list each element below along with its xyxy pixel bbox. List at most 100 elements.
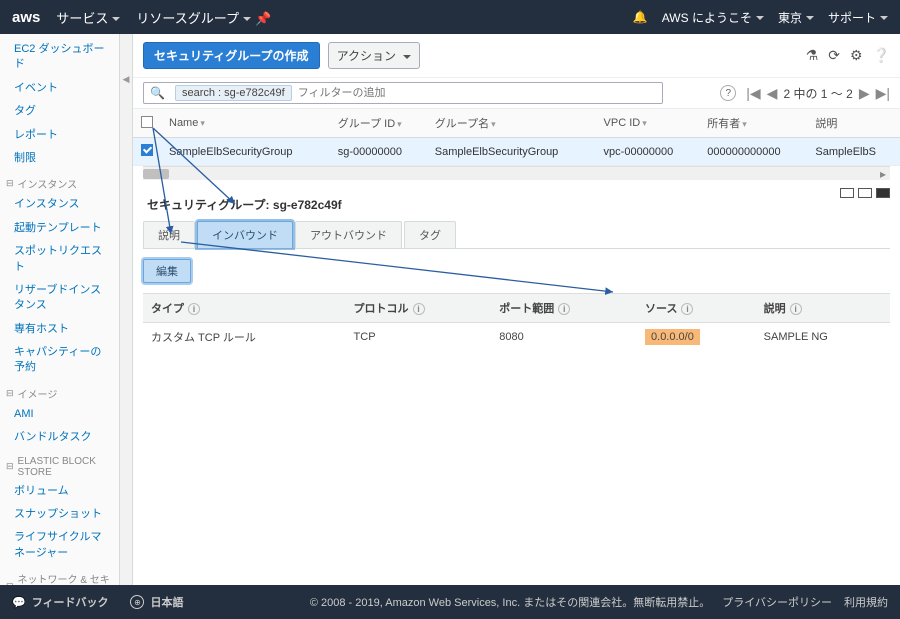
detail-panel: セキュリティグループ: sg-e782c49f 説明 インバウンド アウトバウン… — [133, 180, 900, 351]
edit-rules-button[interactable]: 編集 — [143, 259, 191, 283]
notifications-icon[interactable]: 🔔 — [633, 10, 648, 24]
info-icon[interactable]: i — [413, 303, 425, 315]
sidebar-collapse-gutter[interactable]: ◀ — [120, 34, 133, 585]
menu-services[interactable]: サービス — [56, 8, 120, 27]
row-checkbox[interactable] — [141, 144, 153, 156]
chevron-down-icon — [806, 16, 814, 20]
horizontal-scrollbar[interactable]: ▸ — [143, 166, 890, 180]
panel-layout-max-icon[interactable] — [876, 188, 890, 198]
chevron-left-icon: ◀ — [123, 74, 130, 85]
menu-resource-groups[interactable]: リソースグループ📌 — [136, 8, 271, 27]
tab-inbound[interactable]: インバウンド — [197, 221, 293, 248]
nav-head-ebs[interactable]: ⊟ELASTIC BLOCK STORE — [0, 450, 119, 480]
scroll-right-icon[interactable]: ▸ — [876, 167, 890, 181]
search-box[interactable]: 🔍 search : sg-e782c49f — [143, 82, 663, 104]
chevron-down-icon — [880, 16, 888, 20]
feedback-link[interactable]: フィードバック — [32, 594, 109, 610]
feedback-icon[interactable]: 💬 — [12, 596, 26, 609]
cell-description: SampleElbS — [807, 138, 900, 166]
col-group-id[interactable]: グループ ID▾ — [330, 109, 427, 138]
inbound-rules-table: タイプi プロトコルi ポート範囲i ソースi 説明i カスタム TCP ルール… — [143, 293, 890, 351]
page-first-icon[interactable]: |◀ — [746, 85, 760, 102]
nav-capacity-reservations[interactable]: キャパシティーの予約 — [0, 341, 119, 380]
nav-launch-templates[interactable]: 起動テンプレート — [0, 217, 119, 240]
nav-head-images[interactable]: ⊟イメージ — [0, 380, 119, 403]
detail-tabs: 説明 インバウンド アウトバウンド タグ — [143, 221, 890, 249]
search-help-icon[interactable]: ? — [720, 85, 736, 101]
nav-events[interactable]: イベント — [0, 77, 119, 100]
search-input[interactable] — [296, 85, 662, 101]
search-chip[interactable]: search : sg-e782c49f — [175, 85, 292, 101]
nav-ami[interactable]: AMI — [0, 403, 119, 426]
nav-instances[interactable]: インスタンス — [0, 193, 119, 216]
nav-lifecycle-manager[interactable]: ライフサイクルマネージャー — [0, 526, 119, 565]
actions-dropdown[interactable]: アクション — [328, 42, 421, 69]
rule-col-port: ポート範囲i — [491, 294, 637, 323]
aws-logo[interactable]: aws — [12, 9, 40, 26]
nav-spot-requests[interactable]: スポットリクエスト — [0, 240, 119, 279]
panel-layout-min-icon[interactable] — [840, 188, 854, 198]
collapse-icon: ⊟ — [6, 178, 14, 189]
rule-source: 0.0.0.0/0 — [637, 323, 756, 352]
cell-owner: 000000000000 — [699, 138, 807, 166]
globe-icon: ⊕ — [130, 595, 144, 609]
flask-icon[interactable]: ⚗ — [806, 47, 819, 64]
nav-ec2-dashboard[interactable]: EC2 ダッシュボード — [0, 38, 119, 77]
help-icon[interactable]: ❔ — [873, 47, 890, 64]
region-menu[interactable]: 東京 — [778, 9, 814, 26]
main-content: セキュリティグループの作成 アクション ⚗ ⟳ ⚙ ❔ 🔍 search : s… — [133, 34, 900, 585]
refresh-icon[interactable]: ⟳ — [828, 47, 840, 64]
privacy-link[interactable]: プライバシーポリシー — [722, 594, 832, 610]
nav-limits[interactable]: 制限 — [0, 147, 119, 170]
nav-head-network[interactable]: ⊟ネットワーク & セキュリティ — [0, 565, 119, 585]
chevron-down-icon — [756, 16, 764, 20]
page-range: 2 中の 1 ～ 2 — [783, 85, 852, 102]
nav-bundle-tasks[interactable]: バンドルタスク — [0, 426, 119, 449]
info-icon[interactable]: i — [790, 303, 802, 315]
create-security-group-button[interactable]: セキュリティグループの作成 — [143, 42, 320, 69]
panel-layout-split-icon[interactable] — [858, 188, 872, 198]
rule-col-source: ソースi — [637, 294, 756, 323]
cell-name: SampleElbSecurityGroup — [161, 138, 330, 166]
detail-title: セキュリティグループ: sg-e782c49f — [147, 196, 890, 213]
info-icon[interactable]: i — [681, 303, 693, 315]
nav-dedicated-hosts[interactable]: 専有ホスト — [0, 318, 119, 341]
chevron-down-icon — [403, 55, 411, 59]
tab-description[interactable]: 説明 — [143, 221, 195, 248]
account-menu[interactable]: AWS にようこそ — [662, 9, 764, 26]
page-prev-icon[interactable]: ◀ — [767, 85, 778, 102]
top-bar: aws サービス リソースグループ📌 🔔 AWS にようこそ 東京 サポート — [0, 0, 900, 34]
nav-volumes[interactable]: ボリューム — [0, 480, 119, 503]
rule-protocol: TCP — [346, 323, 492, 352]
col-vpc-id[interactable]: VPC ID▾ — [596, 109, 700, 138]
col-owner[interactable]: 所有者▾ — [699, 109, 807, 138]
terms-link[interactable]: 利用規約 — [844, 594, 888, 610]
chevron-down-icon — [243, 17, 251, 21]
gear-icon[interactable]: ⚙ — [850, 47, 863, 64]
col-group-name[interactable]: グループ名▾ — [427, 109, 596, 138]
info-icon[interactable]: i — [188, 303, 200, 315]
page-next-icon[interactable]: ▶ — [859, 85, 870, 102]
nav-reserved-instances[interactable]: リザーブドインスタンス — [0, 279, 119, 318]
footer: 💬 フィードバック ⊕ 日本語 © 2008 - 2019, Amazon We… — [0, 585, 900, 619]
action-toolbar: セキュリティグループの作成 アクション ⚗ ⟳ ⚙ ❔ — [133, 34, 900, 78]
language-selector[interactable]: 日本語 — [150, 594, 183, 610]
nav-head-instances[interactable]: ⊟インスタンス — [0, 170, 119, 193]
select-all-checkbox[interactable] — [141, 116, 153, 128]
copyright: © 2008 - 2019, Amazon Web Services, Inc.… — [310, 594, 710, 610]
nav-snapshots[interactable]: スナップショット — [0, 503, 119, 526]
nav-reports[interactable]: レポート — [0, 124, 119, 147]
scrollbar-thumb[interactable] — [143, 169, 169, 179]
col-description[interactable]: 説明 — [807, 109, 900, 138]
col-name[interactable]: Name▾ — [161, 109, 330, 138]
rule-col-description: 説明i — [756, 294, 890, 323]
chevron-down-icon — [112, 17, 120, 21]
search-icon: 🔍 — [144, 86, 171, 100]
nav-tags[interactable]: タグ — [0, 100, 119, 123]
tab-outbound[interactable]: アウトバウンド — [295, 221, 402, 248]
page-last-icon[interactable]: ▶| — [876, 85, 890, 102]
tab-tags[interactable]: タグ — [404, 221, 456, 248]
table-row[interactable]: SampleElbSecurityGroup sg-00000000 Sampl… — [133, 138, 900, 166]
info-icon[interactable]: i — [558, 303, 570, 315]
support-menu[interactable]: サポート — [828, 9, 888, 26]
